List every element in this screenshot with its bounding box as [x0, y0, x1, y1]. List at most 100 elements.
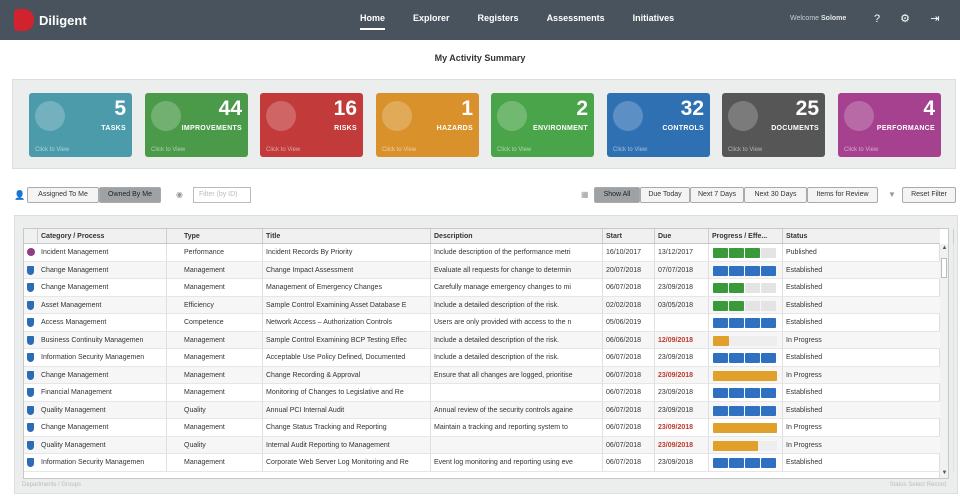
column-header[interactable]: Category / Process: [38, 229, 167, 244]
table-row[interactable]: Quality Management Quality Annual PCI Inte…: [24, 401, 954, 419]
table-row[interactable]: Access Management Competence Network Acces…: [24, 314, 954, 332]
table-row[interactable]: Asset Management Efficiency Sample Control…: [24, 296, 954, 314]
progress-segment: [761, 283, 776, 293]
logo[interactable]: Diligent: [14, 9, 87, 31]
welcome-text: Welcome Solome: [790, 15, 847, 22]
help-icon[interactable]: ?: [871, 13, 883, 25]
globe-icon: [497, 101, 527, 131]
progress-bar: [709, 261, 783, 279]
tile-label: CONTROLS: [662, 125, 704, 132]
progress-bar: [709, 314, 783, 331]
cell-desc: Ensure that all changes are logged, prio…: [431, 366, 603, 384]
cell-status: In Progress: [783, 366, 954, 384]
cell-due: 13/12/2017: [655, 244, 709, 261]
reset-filter-button[interactable]: Reset Filter: [902, 187, 956, 203]
column-header[interactable]: Title: [263, 229, 431, 244]
tile-click-link[interactable]: Click to View: [497, 147, 531, 153]
tile-label: TASKS: [101, 125, 126, 132]
cell-due: 23/09/2018: [655, 401, 709, 419]
tile-count: 44: [218, 97, 242, 120]
scroll-down-icon[interactable]: ▼: [941, 470, 948, 477]
cell-start: 06/07/2018: [603, 401, 655, 419]
due-today-button[interactable]: Due Today: [640, 187, 690, 203]
tile-improvements[interactable]: 44 IMPROVEMENTS Click to View: [145, 93, 248, 157]
column-header[interactable]: Progress / Effe...: [709, 229, 783, 244]
progress-bar: [709, 384, 783, 401]
tile-click-link[interactable]: Click to View: [613, 147, 647, 153]
table-row[interactable]: Information Security Managemen Management…: [24, 349, 954, 367]
cell-status: Established: [783, 261, 954, 279]
cell-title: Change Recording & Approval: [263, 366, 431, 384]
table-row[interactable]: Change Management Management Change Record…: [24, 366, 954, 384]
cell-start: 05/06/2019: [603, 314, 655, 331]
tile-performance[interactable]: 4 PERFORMANCE Click to View: [838, 93, 941, 157]
nav-item-registers[interactable]: Registers: [478, 13, 519, 30]
table-row[interactable]: Change Management Management Change Status…: [24, 419, 954, 437]
table-row[interactable]: Business Continuity Managemen Management S…: [24, 331, 954, 349]
tile-controls[interactable]: 32 CONTROLS Click to View: [607, 93, 710, 157]
cell-due: 23/09/2018: [655, 384, 709, 401]
tile-count: 5: [114, 97, 126, 120]
filter-input[interactable]: Filter (by ID): [193, 187, 251, 203]
tile-click-link[interactable]: Click to View: [844, 147, 878, 153]
progress-segment: [745, 388, 760, 398]
items-for-review-button[interactable]: Items for Review: [807, 187, 878, 203]
next-30-days-button[interactable]: Next 30 Days: [744, 187, 807, 203]
table-row[interactable]: Information Security Managemen Management…: [24, 454, 954, 472]
column-header[interactable]: Due: [655, 229, 709, 244]
tile-click-link[interactable]: Click to View: [266, 147, 300, 153]
cell-desc: Include a detailed description of the ri…: [431, 331, 603, 349]
progress-segment: [761, 388, 776, 398]
table-row[interactable]: Change Management Management Change Impact…: [24, 261, 954, 279]
nav-item-initiatives[interactable]: Initiatives: [633, 13, 675, 30]
show-all-button[interactable]: Show All: [594, 187, 640, 203]
tile-documents[interactable]: 25 DOCUMENTS Click to View: [722, 93, 825, 157]
table-row[interactable]: Change Management Management Management of…: [24, 279, 954, 297]
cell-desc: [431, 384, 603, 401]
table-row[interactable]: Quality Management Quality Internal Audit …: [24, 436, 954, 454]
progress-segment: [729, 318, 744, 328]
table-row[interactable]: Financial Management Management Monitoring…: [24, 384, 954, 402]
tile-click-link[interactable]: Click to View: [382, 147, 416, 153]
cell-title: Acceptable Use Policy Defined, Documente…: [263, 349, 431, 366]
nav-item-home[interactable]: Home: [360, 13, 386, 30]
next-7-days-button[interactable]: Next 7 Days: [690, 187, 744, 203]
progress-bar: [709, 331, 783, 349]
tile-hazards[interactable]: 1 HAZARDS Click to View: [376, 93, 479, 157]
cell-category: Business Continuity Managemen: [38, 331, 167, 349]
tile-label: ENVIRONMENT: [532, 125, 588, 132]
tile-risks[interactable]: 16 RISKS Click to View: [260, 93, 363, 157]
tile-click-link[interactable]: Click to View: [151, 147, 185, 153]
progress-segment: [729, 458, 744, 468]
cell-status: Established: [783, 314, 954, 331]
tile-tasks[interactable]: 5 TASKS Click to View: [29, 93, 132, 157]
progress-segment: [729, 265, 744, 276]
tile-label: HAZARDS: [436, 125, 473, 132]
tile-click-link[interactable]: Click to View: [35, 147, 69, 153]
cell-type: Quality: [181, 401, 263, 419]
logout-icon[interactable]: ⇥: [929, 13, 941, 25]
column-header[interactable]: Description: [431, 229, 603, 244]
progress-bar: [709, 454, 783, 471]
tile-environment[interactable]: 2 ENVIRONMENT Click to View: [491, 93, 594, 157]
column-header[interactable]: Start: [603, 229, 655, 244]
progress-segment: [745, 248, 760, 258]
column-header[interactable]: Status: [783, 229, 954, 244]
cell-desc: Include description of the performance m…: [431, 244, 603, 261]
settings-icon[interactable]: ⚙: [899, 13, 911, 25]
cell-desc: Users are only provided with access to t…: [431, 314, 603, 331]
progress-segment: [761, 458, 776, 468]
cell-category: Quality Management: [38, 401, 167, 419]
cell-category: Information Security Managemen: [38, 454, 167, 471]
cell-due: 23/09/2018: [655, 454, 709, 471]
progress-segment: [713, 300, 728, 311]
column-header[interactable]: Type: [181, 229, 263, 244]
nav-item-assessments[interactable]: Assessments: [547, 13, 605, 30]
assigned-to-me-button[interactable]: Assigned To Me: [27, 187, 99, 203]
progress-segment: [729, 283, 744, 293]
progress-segment: [745, 283, 760, 293]
tile-click-link[interactable]: Click to View: [728, 147, 762, 153]
table-row[interactable]: Incident Management Performance Incident R…: [24, 244, 954, 262]
owned-by-me-button[interactable]: Owned By Me: [99, 187, 161, 203]
nav-item-explorer[interactable]: Explorer: [413, 13, 450, 30]
